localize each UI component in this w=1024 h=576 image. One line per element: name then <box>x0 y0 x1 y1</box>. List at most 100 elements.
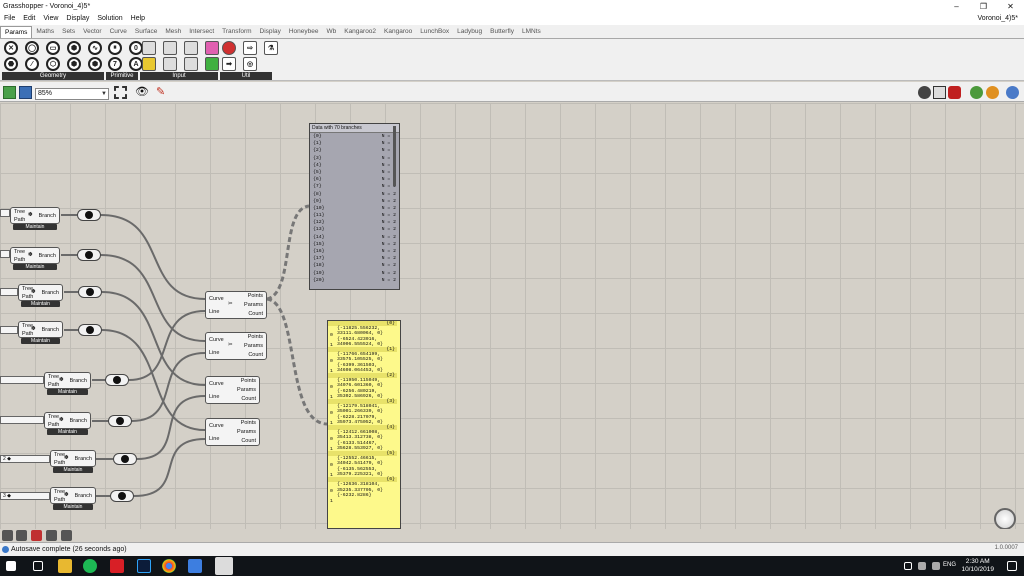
bottom-tool-icon[interactable] <box>16 530 27 541</box>
path-mapper-component[interactable]: Tree Path ✽ Branch Maintain <box>44 372 91 395</box>
curve-param-icon[interactable]: ∿ <box>88 41 102 55</box>
path-mapper-component[interactable]: Tree Path ✽ Branch Maintain <box>18 284 63 307</box>
toggle-icon[interactable] <box>142 41 156 55</box>
tab-kangaroo2[interactable]: Kangaroo2 <box>340 26 380 38</box>
notification-icon[interactable] <box>1007 561 1017 571</box>
number-slider[interactable]: 2 ◆ <box>0 455 50 463</box>
tab-butterfly[interactable]: Butterfly <box>486 26 518 38</box>
divide-curve-component[interactable]: Curve Line ✂ Points Params Count <box>205 332 267 360</box>
curve-param[interactable] <box>78 286 102 298</box>
params-output[interactable]: Params <box>237 429 256 435</box>
number-slider[interactable]: 3 ◆ <box>0 492 50 500</box>
surface-param-icon[interactable]: ⬡ <box>46 57 60 71</box>
number-slider[interactable] <box>0 376 44 384</box>
path-mapper-component[interactable]: Tree Path ✽ Branch Maintain <box>10 207 60 230</box>
tree-input[interactable]: Tree <box>48 414 59 420</box>
tree-input[interactable]: Tree <box>48 374 59 380</box>
tab-mesh[interactable]: Mesh <box>161 26 185 38</box>
count-output[interactable]: Count <box>241 438 256 444</box>
photoshop-icon[interactable] <box>137 559 151 573</box>
menu-view[interactable]: View <box>39 15 62 22</box>
path-mapper-component[interactable]: Tree Path ✽ Branch Maintain <box>18 321 63 344</box>
wireframe-preview-icon[interactable] <box>933 86 946 99</box>
path-input[interactable]: Path <box>14 257 25 263</box>
preview-off-icon[interactable] <box>918 86 931 99</box>
branch-output[interactable]: Branch <box>70 418 87 424</box>
curve-param[interactable] <box>110 490 134 502</box>
maximize-icon[interactable]: ❐ <box>970 2 997 11</box>
number-slider[interactable] <box>0 416 44 424</box>
tab-lunchbox[interactable]: LunchBox <box>416 26 453 38</box>
knob-icon[interactable] <box>163 57 177 71</box>
bottom-tool-icon[interactable] <box>46 530 57 541</box>
gradient-icon[interactable] <box>205 41 219 55</box>
tray-chevron-icon[interactable] <box>904 562 912 570</box>
branch-output[interactable]: Branch <box>75 456 92 462</box>
curve-param[interactable] <box>113 453 137 465</box>
branch-output[interactable]: Branch <box>70 378 87 384</box>
path-input[interactable]: Path <box>48 422 59 428</box>
vector-param-icon[interactable]: ⬣ <box>4 57 18 71</box>
points-output[interactable]: Points <box>248 293 263 299</box>
cherry-icon[interactable] <box>222 41 236 55</box>
line-param-icon[interactable]: ⁄ <box>25 57 39 71</box>
mesh-param-icon[interactable]: ⬢ <box>67 41 81 55</box>
branch-output[interactable]: Branch <box>42 290 59 296</box>
points-output[interactable]: Points <box>241 420 256 426</box>
bottom-tool-icon[interactable] <box>2 530 13 541</box>
brep-param-icon[interactable]: ⬢ <box>67 57 81 71</box>
line-input[interactable]: Line <box>209 394 219 400</box>
menu-edit[interactable]: Edit <box>19 15 39 22</box>
chrome-icon[interactable] <box>162 559 176 573</box>
menu-display[interactable]: Display <box>62 15 93 22</box>
tab-maths[interactable]: Maths <box>32 26 58 38</box>
tab-display[interactable]: Display <box>256 26 285 38</box>
path-input[interactable]: Path <box>14 217 25 223</box>
globe-icon[interactable] <box>1006 86 1019 99</box>
curve-param[interactable] <box>108 415 132 427</box>
document-name[interactable]: Voronoi_4)5* <box>978 15 1024 22</box>
save-icon[interactable] <box>19 86 32 99</box>
data-dam-icon[interactable]: ⇨ <box>243 41 257 55</box>
branch-output[interactable]: Branch <box>42 327 59 333</box>
path-mapper-component[interactable]: Tree Path ✽ Branch Maintain <box>50 450 96 473</box>
divide-curve-component[interactable]: Curve Line Points Params Count <box>205 418 260 446</box>
rhino-icon[interactable] <box>215 557 233 575</box>
tab-transform[interactable]: Transform <box>218 26 255 38</box>
windows-start-icon[interactable] <box>6 561 16 571</box>
spotify-icon[interactable] <box>83 559 97 573</box>
clock[interactable]: 2:30 AM 10/10/2019 <box>961 558 994 574</box>
tab-wb[interactable]: Wb <box>322 26 340 38</box>
zoom-extents-icon[interactable] <box>114 86 127 99</box>
file-explorer-icon[interactable] <box>58 559 72 573</box>
language-indicator[interactable]: ENG <box>943 562 956 568</box>
point-param-icon[interactable]: ✕ <box>4 41 18 55</box>
tab-lmnts[interactable]: LMNts <box>518 26 545 38</box>
branch-output[interactable]: Branch <box>39 253 56 259</box>
box-param-icon[interactable]: ▭ <box>46 41 60 55</box>
curve-param[interactable] <box>105 374 129 386</box>
navigation-compass-icon[interactable] <box>994 508 1016 530</box>
network-icon[interactable] <box>918 562 926 570</box>
tab-curve[interactable]: Curve <box>106 26 131 38</box>
circle-param-icon[interactable]: ◯ <box>25 41 39 55</box>
selected-only-icon[interactable] <box>970 86 983 99</box>
slider-icon[interactable] <box>184 57 198 71</box>
count-output[interactable]: Count <box>248 352 263 358</box>
tab-sets[interactable]: Sets <box>58 26 79 38</box>
grasshopper-canvas[interactable]: Tree Path ✽ Branch Maintain Tree Path ✽ … <box>0 103 1024 529</box>
value-list-icon[interactable] <box>163 41 177 55</box>
curve-param[interactable] <box>78 324 102 336</box>
curve-input[interactable]: Curve <box>209 423 224 429</box>
curve-input[interactable]: Curve <box>209 337 224 343</box>
menu-solution[interactable]: Solution <box>93 15 126 22</box>
params-output[interactable]: Params <box>237 387 256 393</box>
points-output[interactable]: Points <box>241 378 256 384</box>
curve-input[interactable]: Curve <box>209 381 224 387</box>
tab-params[interactable]: Params <box>0 26 33 38</box>
curve-param[interactable] <box>77 209 101 221</box>
boolean-param-icon[interactable]: ⏸ <box>108 41 122 55</box>
number-slider[interactable] <box>0 250 10 258</box>
flask-icon[interactable]: ⚗ <box>264 41 278 55</box>
volume-icon[interactable] <box>932 562 940 570</box>
